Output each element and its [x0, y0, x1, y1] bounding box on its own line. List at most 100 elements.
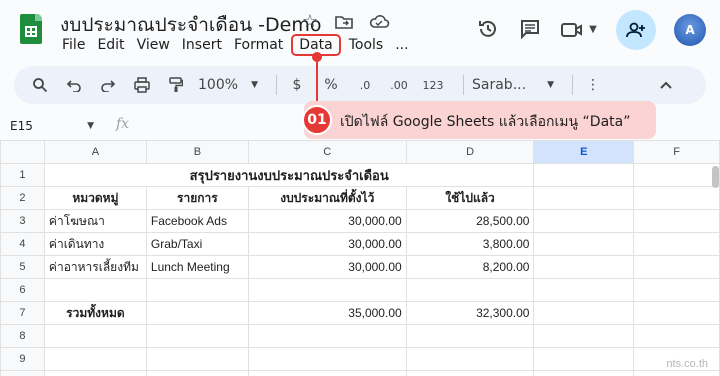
meet-button[interactable]: ▼ [560, 18, 598, 42]
cell[interactable]: Lunch Meeting [145, 255, 249, 279]
cell[interactable] [633, 278, 720, 302]
more-formats-button[interactable]: 123 [421, 73, 445, 97]
cell[interactable]: Facebook Ads [145, 209, 249, 233]
row-header[interactable]: 5 [0, 255, 45, 279]
cell[interactable] [533, 347, 635, 371]
cell[interactable]: ค่าอาหารเลี้ยงทีม [43, 255, 147, 279]
cell[interactable] [633, 255, 720, 279]
history-icon[interactable] [476, 18, 500, 42]
cell[interactable] [533, 301, 635, 325]
menu-edit[interactable]: Edit [91, 36, 130, 54]
redo-icon[interactable] [96, 73, 120, 97]
total-budget-cell[interactable]: 35,000.00 [247, 301, 407, 325]
vertical-scrollbar[interactable] [712, 166, 719, 188]
cell[interactable] [405, 278, 535, 302]
chevron-up-icon[interactable] [654, 73, 678, 97]
cell[interactable]: Grab/Taxi [145, 232, 249, 256]
avatar[interactable]: A [674, 14, 706, 46]
cloud-status-icon[interactable] [368, 12, 390, 32]
cell[interactable] [43, 370, 147, 376]
cell[interactable] [145, 324, 249, 348]
cell[interactable] [533, 255, 635, 279]
cell[interactable]: 8,200.00 [405, 255, 535, 279]
cell[interactable] [405, 347, 535, 371]
total-spent-cell[interactable]: 32,300.00 [405, 301, 535, 325]
star-icon[interactable]: ☆ [300, 12, 320, 32]
sheets-logo-icon[interactable] [20, 14, 42, 44]
cell[interactable] [633, 324, 720, 348]
cell[interactable] [533, 163, 635, 187]
cell[interactable]: 30,000.00 [247, 209, 407, 233]
paint-format-icon[interactable] [164, 73, 188, 97]
menu-view[interactable]: View [131, 36, 176, 54]
zoom-select[interactable]: 100% ▼ [198, 73, 258, 97]
cell[interactable] [405, 370, 535, 376]
cell[interactable] [533, 232, 635, 256]
row-header[interactable]: 9 [0, 347, 45, 371]
header-cell-spent[interactable]: ใช้ไปแล้ว [405, 186, 535, 210]
row-header[interactable]: 4 [0, 232, 45, 256]
column-header-f[interactable]: F [633, 140, 720, 164]
spreadsheet-grid[interactable]: A B C D E F 1 สรุปรายงานงบประมาณประจำเดื… [0, 140, 720, 376]
currency-format-button[interactable]: $ [285, 73, 309, 97]
cell[interactable] [633, 232, 720, 256]
cell[interactable]: ค่าเดินทาง [43, 232, 147, 256]
undo-icon[interactable] [62, 73, 86, 97]
cell[interactable] [247, 347, 407, 371]
print-icon[interactable] [130, 73, 154, 97]
row-header[interactable]: 1 [0, 163, 45, 187]
cell[interactable] [633, 301, 720, 325]
header-cell-budget[interactable]: งบประมาณที่ตั้งไว้ [247, 186, 407, 210]
row-header[interactable]: 8 [0, 324, 45, 348]
column-header-c[interactable]: C [247, 140, 407, 164]
menu-format[interactable]: Format [228, 36, 289, 54]
cell[interactable] [533, 370, 635, 376]
cell[interactable] [533, 324, 635, 348]
cell[interactable] [633, 370, 720, 376]
cell[interactable] [43, 278, 147, 302]
select-all-corner[interactable] [0, 140, 45, 164]
cell[interactable] [247, 324, 407, 348]
header-cell-category[interactable]: หมวดหมู่ [43, 186, 147, 210]
cell[interactable] [633, 209, 720, 233]
cell[interactable] [43, 324, 147, 348]
percent-format-button[interactable]: % [319, 73, 343, 97]
cell[interactable]: 30,000.00 [247, 255, 407, 279]
cell[interactable] [145, 347, 249, 371]
column-header-a[interactable]: A [43, 140, 147, 164]
cell[interactable]: 28,500.00 [405, 209, 535, 233]
cell[interactable] [405, 324, 535, 348]
menu-more[interactable]: ... [389, 36, 414, 54]
row-header[interactable]: 6 [0, 278, 45, 302]
menu-file[interactable]: File [56, 36, 91, 54]
menu-tools[interactable]: Tools [343, 36, 390, 54]
name-box[interactable]: E15 ▼ [10, 116, 100, 136]
cell[interactable] [43, 347, 147, 371]
column-header-b[interactable]: B [145, 140, 249, 164]
cell[interactable]: 30,000.00 [247, 232, 407, 256]
row-header[interactable]: 10 [0, 370, 45, 376]
comment-icon[interactable] [518, 18, 542, 42]
move-to-folder-icon[interactable] [334, 12, 354, 32]
total-label-cell[interactable]: รวมทั้งหมด [43, 301, 147, 325]
row-header[interactable]: 3 [0, 209, 45, 233]
cell[interactable] [247, 370, 407, 376]
cell[interactable]: ค่าโฆษณา [43, 209, 147, 233]
search-menus-icon[interactable] [28, 73, 52, 97]
cell[interactable]: 3,800.00 [405, 232, 535, 256]
row-header[interactable]: 7 [0, 301, 45, 325]
cell[interactable] [145, 278, 249, 302]
cell[interactable] [533, 209, 635, 233]
column-header-e[interactable]: E [533, 140, 635, 164]
header-cell-item[interactable]: รายการ [145, 186, 249, 210]
row-header[interactable]: 2 [0, 186, 45, 210]
report-title-cell[interactable]: สรุปรายงานงบประมาณประจำเดือน [43, 163, 535, 187]
cell[interactable] [247, 278, 407, 302]
cell[interactable] [533, 278, 635, 302]
column-header-d[interactable]: D [405, 140, 535, 164]
increase-decimal-button[interactable]: .00 [387, 73, 411, 97]
cell[interactable] [145, 370, 249, 376]
cell[interactable] [533, 186, 635, 210]
menu-insert[interactable]: Insert [176, 36, 228, 54]
more-options-icon[interactable]: ⋮ [581, 73, 605, 97]
